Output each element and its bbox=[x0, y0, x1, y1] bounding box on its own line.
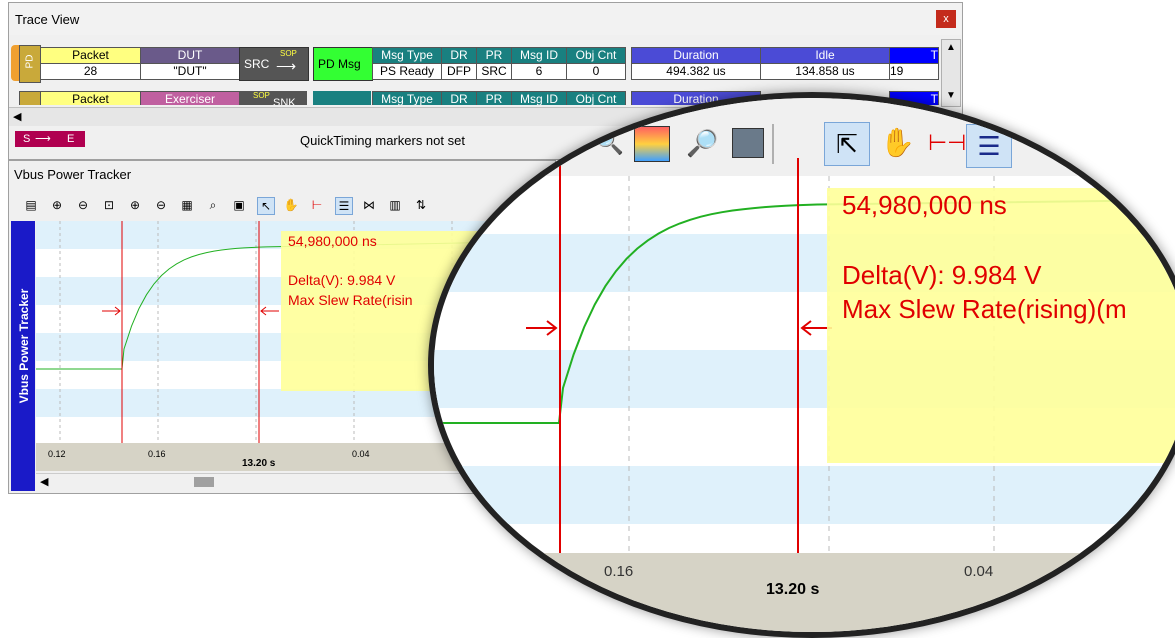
vbus-side-bar: Vbus Power Tracker bbox=[11, 221, 35, 491]
trace-view-title: Trace View bbox=[15, 12, 80, 27]
bars-icon[interactable]: ▥ bbox=[387, 197, 403, 213]
duration-value[interactable]: 494.382 us bbox=[631, 63, 761, 80]
packet-header: Packet bbox=[40, 47, 141, 64]
axis-marker-label: 13.20 s bbox=[242, 458, 276, 469]
magnified-start-arrow bbox=[526, 320, 558, 336]
dut-header: DUT bbox=[140, 47, 240, 64]
pointer-icon[interactable]: ↖ bbox=[257, 197, 275, 215]
src-label: SRC bbox=[244, 57, 270, 71]
row-2-exerciser-header: Exerciser bbox=[140, 91, 240, 105]
magnified-axis-marker: 13.20 s bbox=[766, 581, 820, 598]
magnified-axis-tick: 0.16 bbox=[604, 563, 634, 580]
marker-range-button[interactable]: S ⟶ E bbox=[15, 131, 85, 147]
row-side-label: PD bbox=[24, 54, 36, 69]
msg-id-header: Msg ID bbox=[511, 47, 567, 64]
row-2-msg-type-header: Msg Type bbox=[372, 91, 442, 105]
magnified-slew-text: Max Slew Rate(rising)(m bbox=[842, 294, 1127, 324]
close-button[interactable]: x bbox=[936, 10, 956, 28]
msg-id-value[interactable]: 6 bbox=[511, 63, 567, 80]
magnifier-lens: 🔍 🔎 ⇱ ✋ ⊢⊣ ☰ 54,980,000 ns Delta(V): 9.9… bbox=[428, 92, 1175, 638]
trace-view-titlebar: Trace View x bbox=[9, 3, 962, 35]
zoom-out-x-icon[interactable]: ⊖ bbox=[153, 197, 169, 213]
duration-header: Duration bbox=[631, 47, 761, 64]
pd-msg-block[interactable]: PD Msg bbox=[313, 47, 373, 81]
row-2-side-tab bbox=[19, 91, 41, 105]
obj-cnt-value[interactable]: 0 bbox=[566, 63, 626, 80]
obj-cnt-header: Obj Cnt bbox=[566, 47, 626, 64]
zoom-in-icon[interactable]: ⊕ bbox=[49, 197, 65, 213]
csv-icon[interactable]: ▤ bbox=[23, 197, 39, 213]
row-2-snk-block: SOP SNK bbox=[239, 91, 307, 105]
axis-tick-label: 0.12 bbox=[48, 449, 66, 459]
row-arrow-icon bbox=[11, 45, 19, 81]
bowtie-icon[interactable]: ⋈ bbox=[361, 197, 377, 213]
trace-vertical-scrollbar[interactable]: ▲ ▼ bbox=[941, 39, 961, 107]
magnified-readout-box bbox=[827, 188, 1175, 463]
dr-value[interactable]: DFP bbox=[441, 63, 477, 80]
zoom-in-x-icon[interactable]: ⊕ bbox=[127, 197, 143, 213]
row-2-packet-header: Packet bbox=[40, 91, 141, 105]
sort-icon[interactable]: ⇅ bbox=[413, 197, 429, 213]
vbus-side-label: Vbus Power Tracker bbox=[17, 288, 31, 404]
search-icon[interactable]: ⌕ bbox=[205, 197, 221, 213]
row-side-tab[interactable]: PD bbox=[19, 45, 41, 83]
dut-value[interactable]: "DUT" bbox=[140, 63, 240, 80]
marker-start-arrow bbox=[102, 306, 121, 316]
axis-tick-label: 0.16 bbox=[148, 449, 166, 459]
magnified-axis-tick: 0.04 bbox=[964, 563, 994, 580]
arrow-right-icon: ⟶ bbox=[35, 133, 51, 145]
vbus-title: Vbus Power Tracker bbox=[14, 167, 132, 182]
packet-value[interactable]: 28 bbox=[40, 63, 141, 80]
t-header: T bbox=[889, 47, 939, 64]
row-2-sop-label: SOP bbox=[253, 91, 270, 100]
zoom-fit-icon[interactable]: ⊡ bbox=[101, 197, 117, 213]
msg-type-header: Msg Type bbox=[372, 47, 442, 64]
measure-icon[interactable]: ⊢ bbox=[309, 197, 325, 213]
pd-msg-label: PD Msg bbox=[318, 57, 361, 71]
row-2-pd-msg bbox=[313, 91, 371, 105]
dr-header: DR bbox=[441, 47, 477, 64]
hand-icon[interactable]: ✋ bbox=[283, 197, 299, 213]
scroll-left-icon[interactable]: ◀ bbox=[13, 110, 29, 124]
palette-icon[interactable]: ▦ bbox=[179, 197, 195, 213]
list-icon[interactable]: ☰ bbox=[335, 197, 353, 215]
magnified-delta-text: Delta(V): 9.984 V bbox=[842, 260, 1042, 290]
src-block[interactable]: SRC SOP ⟶ bbox=[239, 47, 309, 81]
scroll-up-icon[interactable]: ▲ bbox=[942, 40, 960, 56]
sop-label: SOP bbox=[280, 49, 297, 58]
arrow-right-icon: ⟶ bbox=[276, 58, 297, 74]
row-2-snk-label: SNK bbox=[273, 97, 296, 105]
pr-header: PR bbox=[476, 47, 512, 64]
magnified-time-readout: 54,980,000 ns bbox=[842, 190, 1007, 220]
magnified-grid-band bbox=[434, 466, 1175, 524]
marker-start-label: S bbox=[23, 133, 31, 145]
axis-tick-label: 0.04 bbox=[352, 449, 370, 459]
scroll-thumb[interactable] bbox=[194, 477, 214, 487]
msg-type-value[interactable]: PS Ready bbox=[372, 63, 442, 80]
marker-end-arrow bbox=[260, 306, 279, 316]
monitor-icon[interactable]: ▣ bbox=[231, 197, 247, 213]
zoom-out-icon[interactable]: ⊖ bbox=[75, 197, 91, 213]
slew-text: Max Slew Rate(risin bbox=[288, 292, 413, 308]
idle-value[interactable]: 134.858 us bbox=[760, 63, 890, 80]
t-value[interactable]: 19 bbox=[889, 63, 939, 80]
idle-header: Idle bbox=[760, 47, 890, 64]
pr-value[interactable]: SRC bbox=[476, 63, 512, 80]
time-readout: 54,980,000 ns bbox=[288, 233, 377, 249]
scroll-left-icon[interactable]: ◀ bbox=[40, 475, 48, 488]
delta-text: Delta(V): 9.984 V bbox=[288, 272, 396, 288]
marker-end-label: E bbox=[67, 133, 75, 145]
magnified-time-axis: 0.16 0.04 13.20 s bbox=[434, 553, 1175, 632]
